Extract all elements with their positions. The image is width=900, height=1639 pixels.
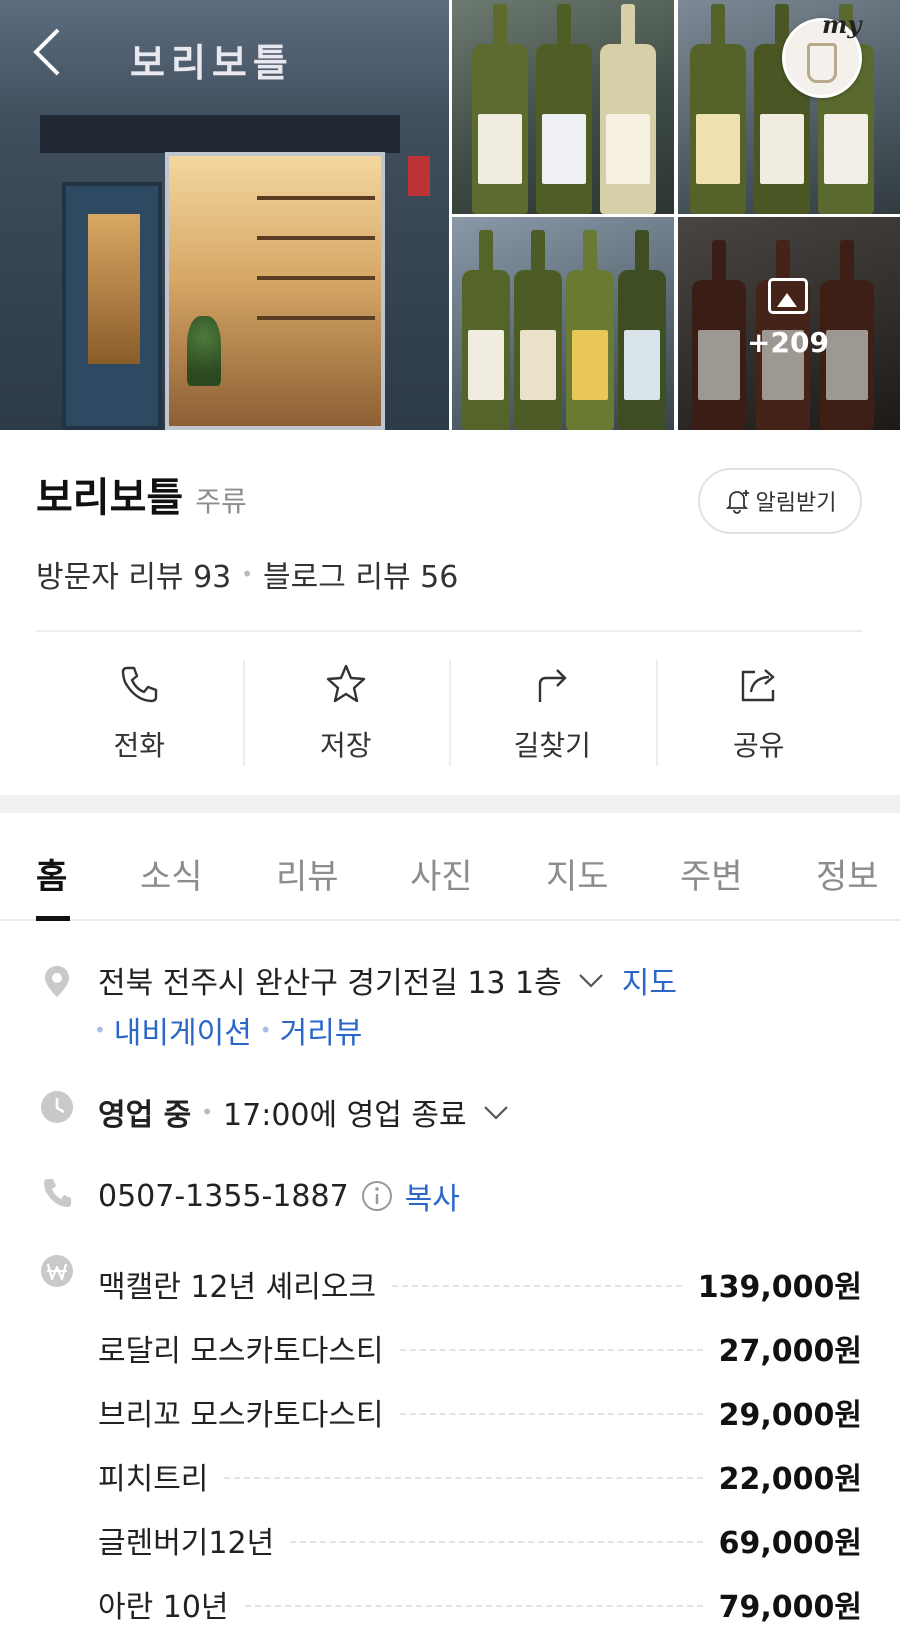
review-summary: 방문자 리뷰 93 • 블로그 리뷰 56 xyxy=(36,552,458,596)
separator-dot: • xyxy=(241,562,254,586)
place-name: 보리보틀 xyxy=(36,475,184,521)
separator-dot: • xyxy=(94,1018,106,1042)
phone-icon xyxy=(122,666,158,703)
copy-button[interactable]: 복사 xyxy=(405,1174,460,1218)
alert-button-label: 알림받기 xyxy=(755,491,837,516)
menu-item-name: 로달리 모스카토다스티 xyxy=(98,1334,384,1369)
leader-line xyxy=(290,1541,703,1543)
wall-sign xyxy=(408,156,430,196)
street-view-link[interactable]: 거리뷰 xyxy=(280,1008,363,1052)
cup-icon xyxy=(807,43,837,83)
tab-map[interactable]: 지도 xyxy=(546,849,609,898)
menu-item-price: 22,000원 xyxy=(718,1462,862,1497)
leader-line xyxy=(399,1349,703,1351)
menu-price-list: 맥캘란 12년 셰리오크 139,000원 로달리 모스카토다스티 27,000… xyxy=(98,1252,862,1636)
photo-more-count[interactable]: +209 xyxy=(742,326,834,359)
tab-photos[interactable]: 사진 xyxy=(410,849,473,898)
action-bar: 전화 저장 길찾기 공유 xyxy=(36,658,862,768)
chevron-left-icon xyxy=(33,28,60,76)
back-button[interactable] xyxy=(28,24,78,84)
awning xyxy=(40,115,400,153)
image-icon xyxy=(768,278,808,314)
share-button[interactable]: 공유 xyxy=(655,658,863,768)
wine-photo-3[interactable] xyxy=(452,217,674,430)
menu-item-name: 브리꼬 모스카토다스티 xyxy=(98,1398,384,1433)
save-button[interactable]: 저장 xyxy=(242,658,450,768)
clock-icon xyxy=(41,1091,73,1123)
shop-window xyxy=(165,152,385,430)
save-label: 저장 xyxy=(319,729,372,762)
directions-label: 길찾기 xyxy=(513,729,591,762)
tab-home[interactable]: 홈 xyxy=(36,849,67,898)
active-tab-indicator xyxy=(36,916,70,921)
phone-number[interactable]: 0507-1355-1887 xyxy=(98,1179,349,1214)
hours-row[interactable]: 영업 중 • 17:00에 영업 종료 xyxy=(98,1090,511,1134)
tab-info[interactable]: 정보 xyxy=(816,849,879,898)
whisky-photo[interactable] xyxy=(678,217,900,430)
menu-item-name: 글렌버기12년 xyxy=(98,1526,275,1561)
chevron-down-icon[interactable] xyxy=(481,1097,511,1127)
leader-line xyxy=(399,1413,703,1415)
leader-line xyxy=(244,1605,703,1607)
menu-item[interactable]: 로달리 모스카토다스티 27,000원 xyxy=(98,1316,862,1380)
menu-item[interactable]: 아란 10년 79,000원 xyxy=(98,1572,862,1636)
hours-detail: 17:00에 영업 종료 xyxy=(223,1098,467,1133)
shop-door xyxy=(62,182,162,430)
address-links: • 내비게이션 • 거리뷰 xyxy=(94,1008,362,1052)
won-currency-icon xyxy=(41,1255,73,1287)
menu-item-price: 79,000원 xyxy=(718,1590,862,1625)
place-title-row: 보리보틀 주류 xyxy=(36,465,247,523)
section-gap xyxy=(0,795,900,813)
leader-line xyxy=(224,1477,703,1479)
phone-small-icon xyxy=(44,1179,71,1207)
separator-dot: • xyxy=(259,1018,272,1042)
shop-sign-text: 보리보틀 xyxy=(130,40,294,85)
divider xyxy=(36,630,862,632)
star-icon xyxy=(326,664,365,703)
alert-button[interactable]: 알림받기 xyxy=(698,468,862,534)
phone-row: 0507-1355-1887 복사 xyxy=(98,1174,460,1218)
menu-item-price: 139,000원 xyxy=(697,1270,862,1305)
menu-item[interactable]: 피치트리 22,000원 xyxy=(98,1444,862,1508)
menu-item[interactable]: 맥캘란 12년 셰리오크 139,000원 xyxy=(98,1252,862,1316)
leader-line xyxy=(392,1285,682,1287)
tab-nearby[interactable]: 주변 xyxy=(680,849,743,898)
hours-status: 영업 중 xyxy=(98,1098,192,1133)
menu-item-name: 맥캘란 12년 셰리오크 xyxy=(98,1270,377,1305)
menu-item-price: 27,000원 xyxy=(718,1334,862,1369)
call-button[interactable]: 전화 xyxy=(36,658,243,768)
share-label: 공유 xyxy=(732,729,785,762)
call-label: 전화 xyxy=(113,729,166,762)
wine-photo-1[interactable] xyxy=(452,0,674,214)
my-badge-text: my xyxy=(822,10,862,39)
bell-plus-icon xyxy=(725,490,749,514)
wine-photo-2[interactable] xyxy=(678,0,900,214)
location-pin-icon xyxy=(45,966,69,997)
share-icon xyxy=(741,669,775,702)
blog-review-count[interactable]: 블로그 리뷰 56 xyxy=(263,552,458,596)
tab-bar: 홈 소식 리뷰 사진 지도 주변 정보 xyxy=(0,813,900,921)
separator-dot: • xyxy=(201,1100,214,1124)
address-text: 전북 전주시 완산구 경기전길 13 1층 xyxy=(98,966,562,1001)
navigation-link[interactable]: 내비게이션 xyxy=(114,1008,252,1052)
tab-reviews[interactable]: 리뷰 xyxy=(276,849,339,898)
photo-gallery[interactable]: 보리보틀 +209 my xyxy=(0,0,900,430)
directions-icon xyxy=(539,669,567,702)
place-category: 주류 xyxy=(195,485,247,518)
info-icon[interactable] xyxy=(361,1180,393,1212)
chevron-down-icon[interactable] xyxy=(576,965,606,995)
map-link[interactable]: 지도 xyxy=(622,958,677,1002)
menu-item-name: 아란 10년 xyxy=(98,1590,229,1625)
directions-button[interactable]: 길찾기 xyxy=(449,658,656,768)
menu-item[interactable]: 글렌버기12년 69,000원 xyxy=(98,1508,862,1572)
menu-item[interactable]: 브리꼬 모스카토다스티 29,000원 xyxy=(98,1380,862,1444)
menu-item-price: 29,000원 xyxy=(718,1398,862,1433)
address-row: 전북 전주시 완산구 경기전길 13 1층 지도 xyxy=(98,958,677,1002)
menu-item-name: 피치트리 xyxy=(98,1462,209,1497)
visitor-review-count[interactable]: 방문자 리뷰 93 xyxy=(36,552,231,596)
tab-news[interactable]: 소식 xyxy=(140,849,203,898)
menu-item-price: 69,000원 xyxy=(718,1526,862,1561)
